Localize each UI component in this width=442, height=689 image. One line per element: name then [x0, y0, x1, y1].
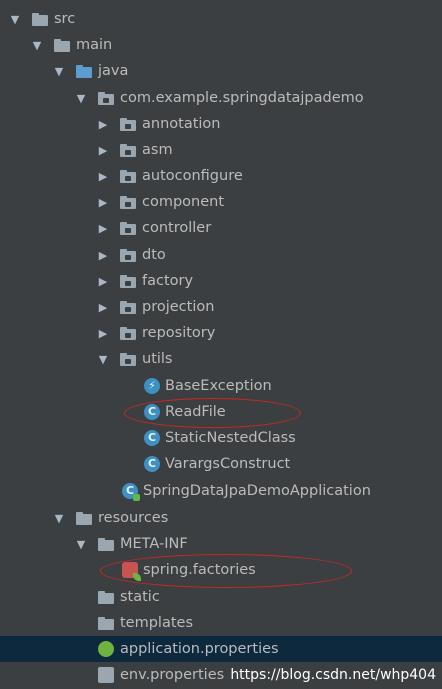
tree-row-application-class[interactable]: C SpringDataJpaDemoApplication — [0, 478, 442, 504]
tree-label-templates: templates — [120, 615, 194, 631]
tree-label-env-properties: env.properties — [120, 667, 225, 683]
tree-row-spring-factories[interactable]: spring.factories — [0, 557, 442, 583]
folder-icon — [54, 37, 70, 53]
tree-label-package: com.example.springdatajpademo — [120, 90, 364, 106]
package-icon — [120, 142, 136, 158]
chevron-down-icon[interactable]: ▼ — [52, 505, 66, 531]
tree-label-read-file: ReadFile — [165, 404, 226, 420]
tree-row-resources[interactable]: ▼ resources — [0, 505, 442, 531]
chevron-right-icon[interactable]: ▶ — [96, 163, 110, 189]
tree-label-controller: controller — [142, 220, 212, 236]
tree-label-dto: dto — [142, 247, 166, 263]
tree-label-static-nested: StaticNestedClass — [165, 430, 296, 446]
tree-row-src[interactable]: ▼ src — [0, 6, 442, 32]
chevron-right-icon[interactable]: ▶ — [96, 111, 110, 137]
tree-label-asm: asm — [142, 142, 173, 158]
chevron-down-icon[interactable]: ▼ — [74, 85, 88, 111]
class-icon: C — [144, 404, 160, 420]
chevron-down-icon[interactable]: ▼ — [30, 32, 44, 58]
package-icon — [120, 247, 136, 263]
tree-label-factory: factory — [142, 273, 194, 289]
properties-file-icon — [98, 641, 114, 657]
tree-row-varargs[interactable]: C VarargsConstruct — [0, 451, 442, 477]
tree-row-templates[interactable]: templates — [0, 610, 442, 636]
chevron-right-icon[interactable]: ▶ — [96, 320, 110, 346]
tree-label-projection: projection — [142, 299, 215, 315]
tree-row-base-exception[interactable]: ⚡ BaseException — [0, 373, 442, 399]
package-icon — [120, 220, 136, 236]
chevron-right-icon[interactable]: ▶ — [96, 242, 110, 268]
source-folder-icon — [32, 11, 48, 27]
tree-label-java: java — [98, 63, 129, 79]
folder-icon — [98, 536, 114, 552]
chevron-right-icon[interactable]: ▶ — [96, 268, 110, 294]
tree-row-component[interactable]: ▶ component — [0, 189, 442, 215]
folder-icon — [98, 589, 114, 605]
tree-label-application-class: SpringDataJpaDemoApplication — [143, 483, 371, 499]
tree-row-repository[interactable]: ▶ repository — [0, 320, 442, 346]
class-icon: C — [144, 456, 160, 472]
tree-label-resources: resources — [98, 510, 169, 526]
tree-row-static[interactable]: static — [0, 584, 442, 610]
tree-label-spring-factories: spring.factories — [143, 562, 256, 578]
package-icon — [120, 273, 136, 289]
tree-label-src: src — [54, 11, 76, 27]
tree-row-dto[interactable]: ▶ dto — [0, 242, 442, 268]
tree-row-package[interactable]: ▼ com.example.springdatajpademo — [0, 85, 442, 111]
tree-row-main[interactable]: ▼ main — [0, 32, 442, 58]
tree-label-meta-inf: META-INF — [120, 536, 188, 552]
tree-label-component: component — [142, 194, 225, 210]
exception-class-icon: ⚡ — [144, 378, 160, 394]
watermark: https://blog.csdn.net/whp404 — [230, 667, 436, 683]
tree-row-read-file[interactable]: C ReadFile — [0, 399, 442, 425]
tree-label-main: main — [76, 37, 113, 53]
tree-label-varargs: VarargsConstruct — [165, 456, 291, 472]
source-root-folder-icon — [76, 63, 92, 79]
chevron-down-icon[interactable]: ▼ — [96, 346, 110, 372]
chevron-right-icon[interactable]: ▶ — [96, 294, 110, 320]
tree-label-utils: utils — [142, 351, 173, 367]
tree-row-utils[interactable]: ▼ utils — [0, 346, 442, 372]
package-icon — [120, 116, 136, 132]
tree-row-static-nested[interactable]: C StaticNestedClass — [0, 425, 442, 451]
chevron-down-icon[interactable]: ▼ — [74, 531, 88, 557]
tree-row-controller[interactable]: ▶ controller — [0, 215, 442, 241]
tree-label-annotation: annotation — [142, 116, 221, 132]
tree-row-java[interactable]: ▼ java — [0, 58, 442, 84]
tree-label-autoconfigure: autoconfigure — [142, 168, 243, 184]
package-icon — [120, 194, 136, 210]
tree-row-meta-inf[interactable]: ▼ META-INF — [0, 531, 442, 557]
tree-row-autoconfigure[interactable]: ▶ autoconfigure — [0, 163, 442, 189]
package-icon — [120, 168, 136, 184]
class-icon: C — [144, 430, 160, 446]
folder-icon — [98, 615, 114, 631]
chevron-down-icon[interactable]: ▼ — [52, 58, 66, 84]
tree-row-projection[interactable]: ▶ projection — [0, 294, 442, 320]
tree-row-asm[interactable]: ▶ asm — [0, 137, 442, 163]
package-icon — [120, 299, 136, 315]
tree-row-application-properties[interactable]: application.properties — [0, 636, 442, 662]
package-icon — [98, 90, 114, 106]
tree-label-application-properties: application.properties — [120, 641, 279, 657]
package-icon — [120, 351, 136, 367]
resources-folder-icon — [76, 510, 92, 526]
chevron-right-icon[interactable]: ▶ — [96, 189, 110, 215]
tree-row-factory[interactable]: ▶ factory — [0, 268, 442, 294]
tree-row-annotation[interactable]: ▶ annotation — [0, 111, 442, 137]
chevron-right-icon[interactable]: ▶ — [96, 137, 110, 163]
tree-label-base-exception: BaseException — [165, 378, 272, 394]
chevron-down-icon[interactable]: ▼ — [8, 6, 22, 32]
package-icon — [120, 325, 136, 341]
spring-boot-class-icon: C — [122, 483, 140, 501]
tree-label-static: static — [120, 589, 160, 605]
chevron-right-icon[interactable]: ▶ — [96, 215, 110, 241]
properties-file-icon — [98, 667, 114, 683]
spring-factories-icon — [122, 562, 141, 581]
tree-label-repository: repository — [142, 325, 216, 341]
